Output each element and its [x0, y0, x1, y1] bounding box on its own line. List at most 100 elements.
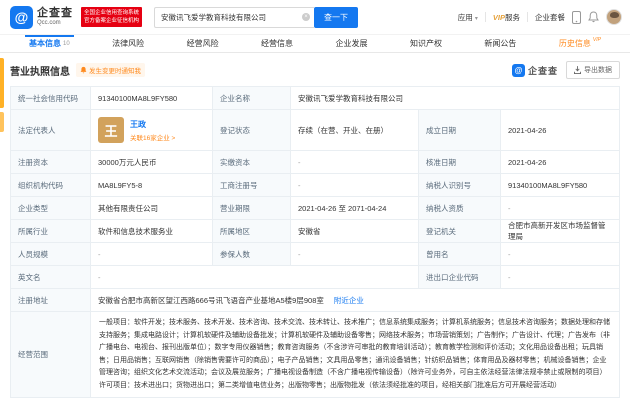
user-avatar[interactable]: [606, 9, 622, 25]
staff-size-value: -: [91, 243, 213, 266]
english-name-value: -: [91, 266, 419, 289]
table-row: 注册地址 安徽省合肥市高新区望江西路666号讯飞语音产业基地A5楼9层908室 …: [11, 289, 619, 312]
business-license-card: 营业执照信息 发生变更时通知我 @ 企查查 导出数据 统一社会信用代码 9134…: [10, 61, 620, 398]
company-name-label: 企业名称: [213, 87, 291, 110]
section-header: 营业执照信息 发生变更时通知我 @ 企查查 导出数据: [10, 61, 620, 79]
address-label: 注册地址: [11, 289, 91, 312]
approval-date-value: 2021-04-26: [501, 151, 619, 174]
registration-authority-value: 合肥市高新开发区市场监督管理局: [501, 220, 619, 243]
license-table: 统一社会信用代码 91340100MA8L9FY580 企业名称 安徽讯飞爱学教…: [10, 86, 620, 398]
staff-size-label: 人员规模: [11, 243, 91, 266]
chevron-down-icon: ▾: [474, 15, 478, 22]
legal-rep-label: 法定代表人: [11, 110, 91, 151]
enterprise-package-link[interactable]: 企业套餐: [535, 12, 565, 23]
table-row: 组织机构代码 MA8L9FY5-8 工商注册号 - 纳税人识别号 9134010…: [11, 174, 619, 197]
side-toolbar-stripe[interactable]: [0, 58, 4, 108]
table-row: 经营范围 一般项目：软件开发；技术服务、技术开发、技术咨询、技术交流、技术转让、…: [11, 312, 619, 398]
reg-capital-value: 30000万元人民币: [91, 151, 213, 174]
apps-menu[interactable]: 应用 ▾: [458, 12, 478, 23]
company-name-value: 安徽讯飞爱学教育科技有限公司: [291, 87, 619, 110]
vip-service-link[interactable]: VIP服务: [493, 12, 520, 23]
taxpayer-qualification-value: -: [501, 197, 619, 220]
tab-news[interactable]: 新闻公告: [480, 35, 520, 52]
table-row: 企业类型 其他有限责任公司 营业期限 2021-04-26 至 2071-04-…: [11, 197, 619, 220]
credit-code-value: 91340100MA8L9FY580: [91, 87, 213, 110]
qcc-logo-icon: @: [10, 5, 33, 29]
import-export-code-value: -: [501, 266, 619, 289]
business-reg-no-label: 工商注册号: [213, 174, 291, 197]
section-title: 营业执照信息: [10, 66, 70, 78]
qcc-watermark-icon: @: [511, 63, 525, 77]
mobile-app-icon[interactable]: [572, 10, 581, 24]
former-name-label: 曾用名: [419, 243, 501, 266]
industry-label: 所属行业: [11, 220, 91, 243]
qcc-logo-text: 企查查 Qcc.com: [37, 7, 73, 27]
industry-value: 软件和信息技术服务业: [91, 220, 213, 243]
table-row: 注册资本 30000万元人民币 实缴资本 - 核准日期 2021-04-26: [11, 151, 619, 174]
org-code-value: MA8L9FY5-8: [91, 174, 213, 197]
download-icon: [574, 66, 581, 74]
qcc-watermark: @ 企查查: [511, 63, 558, 77]
approval-date-label: 核准日期: [419, 151, 501, 174]
registration-authority-label: 登记机关: [419, 220, 501, 243]
insured-count-label: 参保人数: [213, 243, 291, 266]
notification-bell-icon[interactable]: [588, 11, 599, 23]
certification-badge: 全国企业信用查询系统 官方备案企业征信机构: [81, 6, 143, 28]
tab-legal-risk[interactable]: 法律风险: [108, 35, 148, 52]
insured-count-value: -: [291, 243, 419, 266]
related-companies-link[interactable]: 关联16家企业 >: [130, 132, 175, 142]
legal-rep-value: 王 王政 关联16家企业 >: [91, 110, 213, 151]
credit-code-label: 统一社会信用代码: [11, 87, 91, 110]
taxpayer-qualification-label: 纳税人资质: [419, 197, 501, 220]
header-nav: 应用 ▾ VIP服务 企业套餐: [458, 9, 622, 25]
qcc-logo[interactable]: @ 企查查 Qcc.com 全国企业信用查询系统 官方备案企业征信机构: [10, 5, 143, 29]
search-input[interactable]: [154, 6, 315, 28]
side-toolbar-stripe[interactable]: [0, 112, 4, 132]
bell-icon: [80, 66, 87, 74]
tab-history[interactable]: 历史信息 VIP: [555, 35, 605, 52]
business-scope-label: 经营范围: [11, 312, 91, 398]
table-row: 法定代表人 王 王政 关联16家企业 > 登记状态 存续（在营、开业、在册） 成…: [11, 110, 619, 151]
tab-operation-risk[interactable]: 经营风险: [183, 35, 223, 52]
reg-status-value: 存续（在营、开业、在册）: [291, 110, 419, 151]
company-type-value: 其他有限责任公司: [91, 197, 213, 220]
table-row: 统一社会信用代码 91340100MA8L9FY580 企业名称 安徽讯飞爱学教…: [11, 87, 619, 110]
business-reg-no-value: -: [291, 174, 419, 197]
import-export-code-label: 进出口企业代码: [419, 266, 501, 289]
reg-status-label: 登记状态: [213, 110, 291, 151]
former-name-value: -: [501, 243, 619, 266]
org-code-label: 组织机构代码: [11, 174, 91, 197]
site-header: @ 企查查 Qcc.com 全国企业信用查询系统 官方备案企业征信机构 × 查一…: [0, 0, 630, 34]
tab-basic-info[interactable]: 基本信息 10: [25, 35, 74, 52]
notify-on-change-button[interactable]: 发生变更时通知我: [76, 63, 145, 77]
tab-development[interactable]: 企业发展: [332, 35, 372, 52]
nearby-companies-link[interactable]: 附近企业: [334, 295, 364, 306]
reg-capital-label: 注册资本: [11, 151, 91, 174]
business-term-value: 2021-04-26 至 2071-04-24: [291, 197, 419, 220]
tab-intellectual-property[interactable]: 知识产权: [406, 35, 446, 52]
table-row: 人员规模 - 参保人数 - 曾用名 -: [11, 243, 619, 266]
tab-operation-info[interactable]: 经营信息: [257, 35, 297, 52]
region-value: 安徽省: [291, 220, 419, 243]
legal-rep-avatar[interactable]: 王: [98, 117, 124, 143]
paid-capital-value: -: [291, 151, 419, 174]
export-data-button[interactable]: 导出数据: [566, 61, 620, 79]
establish-date-value: 2021-04-26: [501, 110, 619, 151]
company-type-label: 企业类型: [11, 197, 91, 220]
table-row: 所属行业 软件和信息技术服务业 所属地区 安徽省 登记机关 合肥市高新开发区市场…: [11, 220, 619, 243]
paid-capital-label: 实缴资本: [213, 151, 291, 174]
clear-search-icon[interactable]: ×: [302, 13, 311, 21]
english-name-label: 英文名: [11, 266, 91, 289]
business-scope-value: 一般项目：软件开发；技术服务、技术开发、技术咨询、技术交流、技术转让、技术推广；…: [91, 312, 619, 398]
establish-date-label: 成立日期: [419, 110, 501, 151]
address-value: 安徽省合肥市高新区望江西路666号讯飞语音产业基地A5楼9层908室 附近企业: [91, 289, 619, 312]
taxpayer-id-label: 纳税人识别号: [419, 174, 501, 197]
divider: [484, 12, 486, 22]
search-button[interactable]: 查一下: [314, 6, 359, 28]
legal-rep-name-link[interactable]: 王政: [130, 119, 175, 130]
tab-bar: 基本信息 10 法律风险 经营风险 经营信息 企业发展 知识产权 新闻公告 历史信…: [0, 34, 630, 53]
region-label: 所属地区: [213, 220, 291, 243]
search-area: × 查一下: [154, 6, 359, 28]
table-row: 英文名 - 进出口企业代码 -: [11, 266, 619, 289]
business-term-label: 营业期限: [213, 197, 291, 220]
